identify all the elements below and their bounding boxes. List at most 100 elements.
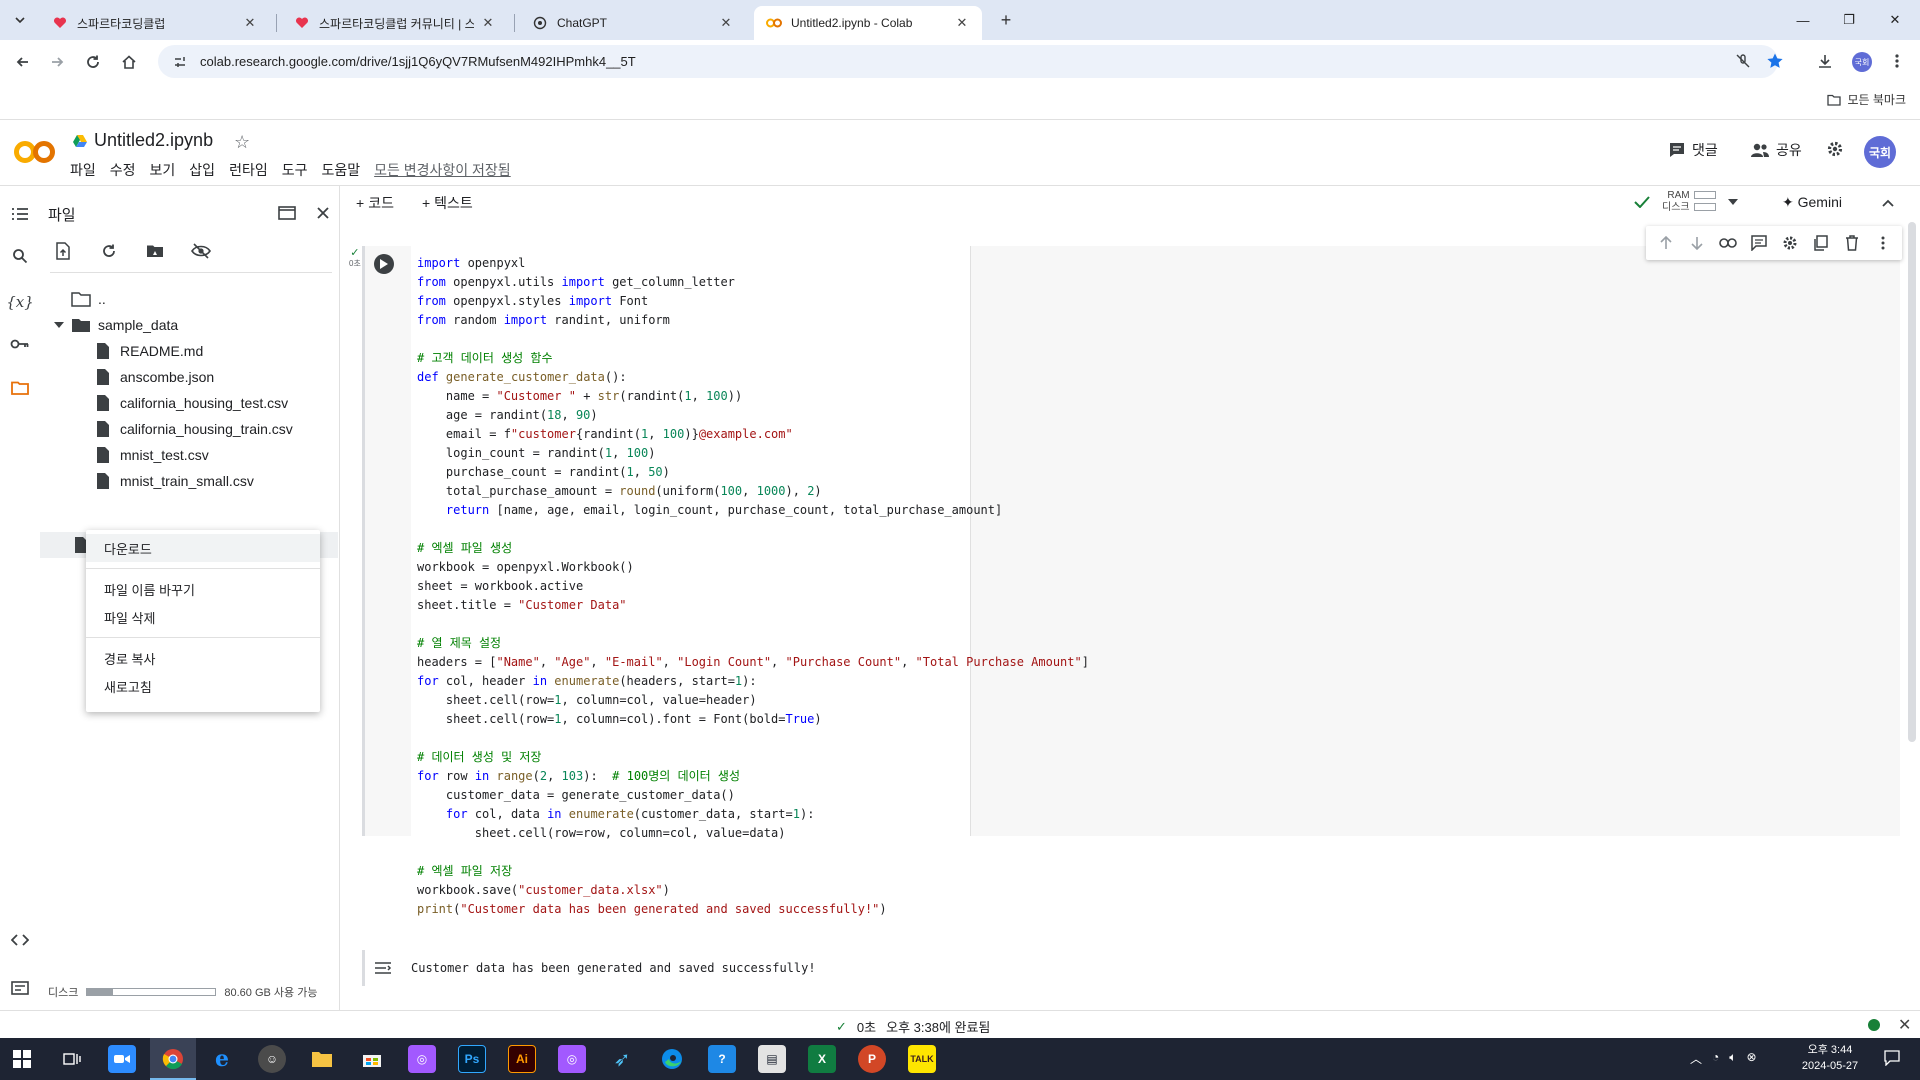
file-explorer-icon[interactable] bbox=[308, 1045, 336, 1073]
share-button[interactable]: 공유 bbox=[1750, 140, 1802, 160]
tab-search-button[interactable] bbox=[8, 8, 32, 32]
file-row[interactable]: california_housing_train.csv bbox=[40, 416, 338, 442]
execution-summary[interactable]: ✓ 0초 오후 3:38에 완료됨 bbox=[836, 1017, 990, 1036]
terminal-icon[interactable] bbox=[8, 976, 32, 1000]
menu-help[interactable]: 도움말 bbox=[321, 160, 368, 180]
browser-tab-3-active[interactable]: Untitled2.ipynb - Colab ✕ bbox=[754, 6, 982, 40]
document-app-icon[interactable]: ▤ bbox=[758, 1045, 786, 1073]
close-tab-icon[interactable]: ✕ bbox=[242, 15, 258, 31]
zoom-icon[interactable] bbox=[108, 1045, 136, 1073]
photoshop-icon[interactable]: Ps bbox=[458, 1045, 486, 1073]
comment-cell-icon[interactable] bbox=[1747, 231, 1771, 255]
link-icon[interactable] bbox=[1716, 231, 1740, 255]
folder-row[interactable]: .. bbox=[40, 286, 338, 312]
close-window-button[interactable]: ✕ bbox=[1872, 0, 1918, 40]
close-tab-icon[interactable]: ✕ bbox=[718, 15, 734, 31]
code-editor[interactable]: import openpyxl from openpyxl.utils impor… bbox=[411, 246, 1089, 916]
close-status-icon[interactable]: ✕ bbox=[1898, 1015, 1911, 1035]
app-icon-purple-2[interactable]: ◎ bbox=[558, 1045, 586, 1073]
menu-runtime[interactable]: 런타임 bbox=[229, 160, 276, 180]
bird-app-icon[interactable]: ➶ bbox=[608, 1045, 636, 1073]
comment-button[interactable]: 댓글 bbox=[1668, 140, 1718, 160]
colab-logo[interactable] bbox=[14, 138, 56, 172]
settings-gear-icon[interactable] bbox=[1826, 140, 1844, 158]
code-cell[interactable]: ✓ 0초 import openpyxl from openpyxl.utils … bbox=[349, 246, 1900, 916]
files-folder-icon[interactable] bbox=[8, 376, 32, 400]
key-icon[interactable] bbox=[8, 332, 32, 356]
search-icon[interactable] bbox=[8, 244, 32, 268]
cell-settings-gear-icon[interactable] bbox=[1778, 231, 1802, 255]
menu-file[interactable]: 파일 bbox=[70, 160, 104, 180]
restore-button[interactable]: ❐ bbox=[1826, 0, 1872, 40]
variables-icon[interactable]: {x} bbox=[6, 290, 34, 314]
internet-explorer-icon[interactable]: e bbox=[208, 1045, 236, 1073]
back-arrow-icon[interactable] bbox=[10, 49, 36, 75]
minimize-button[interactable]: — bbox=[1780, 0, 1826, 40]
menu-edit[interactable]: 수정 bbox=[110, 160, 144, 180]
move-cell-down-icon[interactable] bbox=[1685, 231, 1709, 255]
task-view-icon[interactable] bbox=[58, 1045, 86, 1073]
browser-tab-1[interactable]: 스파르타코딩클럽 커뮤니티 | 스 ✕ bbox=[282, 6, 508, 40]
file-row[interactable]: README.md bbox=[40, 338, 338, 364]
microsoft-store-icon[interactable] bbox=[358, 1045, 386, 1073]
download-icon[interactable] bbox=[1812, 48, 1838, 74]
gemini-button[interactable]: ✦ Gemini bbox=[1782, 194, 1842, 211]
hide-files-icon[interactable] bbox=[188, 238, 214, 264]
site-info-icon[interactable] bbox=[172, 54, 188, 70]
reload-icon[interactable] bbox=[80, 49, 106, 75]
menu-download[interactable]: 다운로드 bbox=[86, 534, 320, 562]
volume-icon[interactable]: 🔈︎ bbox=[1729, 1050, 1736, 1067]
taskbar-clock[interactable]: 오후 3:44 2024-05-27 bbox=[1790, 1042, 1870, 1074]
menu-view[interactable]: 보기 bbox=[150, 160, 184, 180]
table-of-contents-icon[interactable] bbox=[8, 202, 32, 226]
upload-file-icon[interactable] bbox=[50, 238, 76, 264]
network-off-icon[interactable]: ⊗ bbox=[1746, 1050, 1756, 1067]
kakaotalk-icon[interactable]: TALK bbox=[908, 1045, 936, 1073]
refresh-icon[interactable] bbox=[96, 238, 122, 264]
expand-caret-icon[interactable] bbox=[52, 322, 66, 328]
file-row[interactable]: mnist_test.csv bbox=[40, 442, 338, 468]
character-app-icon[interactable]: ☺ bbox=[258, 1045, 286, 1073]
menu-copy-path[interactable]: 경로 복사 bbox=[86, 644, 320, 672]
notebook-scrollbar[interactable] bbox=[1908, 222, 1916, 742]
new-tab-button[interactable]: + bbox=[992, 8, 1020, 32]
account-avatar[interactable]: 국회 bbox=[1864, 136, 1896, 168]
notebook-title[interactable]: Untitled2.ipynb bbox=[72, 130, 213, 151]
windows-start-icon[interactable] bbox=[8, 1045, 36, 1073]
save-status[interactable]: 모든 변경사항이 저장됨 bbox=[374, 160, 519, 180]
illustrator-icon[interactable]: Ai bbox=[508, 1045, 536, 1073]
file-row[interactable]: mnist_train_small.csv bbox=[40, 468, 338, 494]
runtime-resources[interactable]: RAM 디스크 bbox=[1634, 190, 1738, 214]
dropdown-caret-icon[interactable] bbox=[1727, 199, 1738, 205]
more-options-icon[interactable] bbox=[1871, 231, 1895, 255]
folder-row[interactable]: sample_data bbox=[40, 312, 338, 338]
tray-expand-icon[interactable]: ︿ bbox=[1690, 1050, 1702, 1067]
menu-refresh[interactable]: 새로고침 bbox=[86, 672, 320, 700]
close-tab-icon[interactable]: ✕ bbox=[480, 15, 496, 31]
code-snippets-icon[interactable] bbox=[8, 928, 32, 952]
collapse-header-icon[interactable] bbox=[1882, 194, 1894, 210]
chrome-icon[interactable] bbox=[159, 1045, 187, 1073]
open-in-tab-icon[interactable] bbox=[274, 200, 300, 226]
support-app-icon[interactable]: ? bbox=[708, 1045, 736, 1073]
all-bookmarks-button[interactable]: 모든 북마크 bbox=[1827, 91, 1906, 108]
file-row[interactable]: anscombe.json bbox=[40, 364, 338, 390]
star-icon[interactable]: ☆ bbox=[234, 132, 250, 153]
browser-menu-icon[interactable] bbox=[1884, 48, 1910, 74]
close-tab-icon[interactable]: ✕ bbox=[954, 15, 970, 31]
move-cell-up-icon[interactable] bbox=[1654, 231, 1678, 255]
browser-tab-0[interactable]: 스파르타코딩클럽 ✕ bbox=[40, 6, 270, 40]
menu-rename-file[interactable]: 파일 이름 바꾸기 bbox=[86, 575, 320, 603]
close-panel-icon[interactable] bbox=[310, 200, 336, 226]
run-cell-button[interactable] bbox=[374, 254, 394, 274]
app-icon-purple[interactable]: ◎ bbox=[408, 1045, 436, 1073]
menu-insert[interactable]: 삽입 bbox=[189, 160, 223, 180]
browser-tab-2[interactable]: ChatGPT ✕ bbox=[520, 6, 746, 40]
output-options-icon[interactable] bbox=[365, 961, 401, 975]
excel-icon[interactable]: X bbox=[808, 1045, 836, 1073]
add-text-button[interactable]: + 텍스트 bbox=[422, 193, 473, 213]
home-icon[interactable] bbox=[116, 49, 142, 75]
file-row[interactable]: california_housing_test.csv bbox=[40, 390, 338, 416]
profile-avatar[interactable]: 국회 bbox=[1852, 52, 1872, 72]
mirror-cell-icon[interactable] bbox=[1809, 231, 1833, 255]
